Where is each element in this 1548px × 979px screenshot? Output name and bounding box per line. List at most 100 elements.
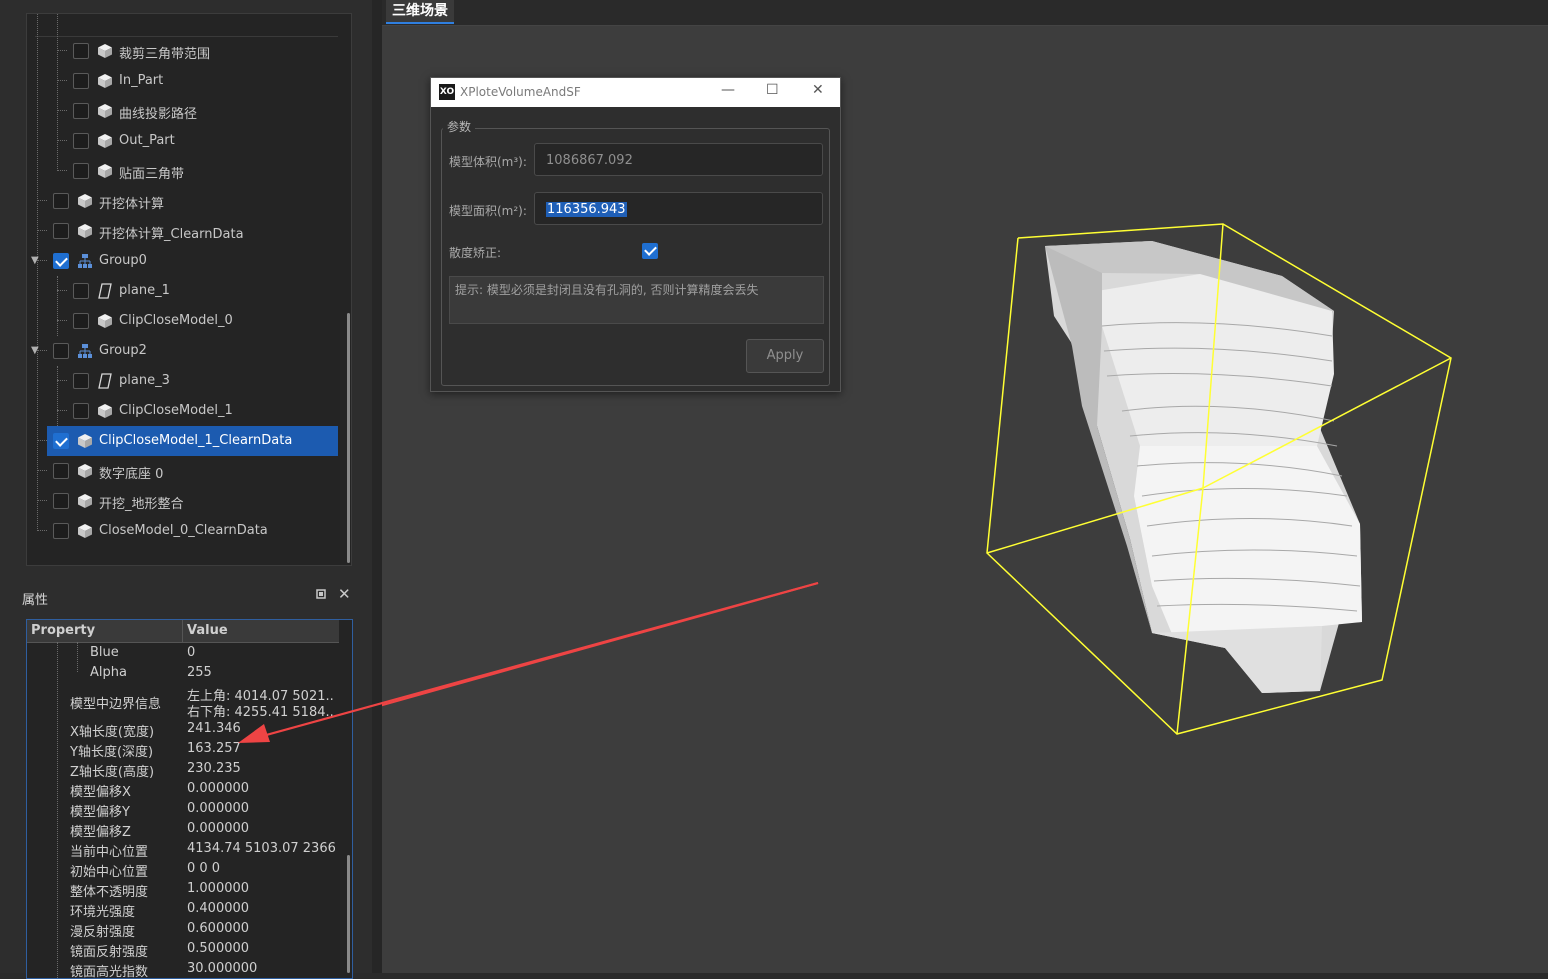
- tree-item[interactable]: 曲线投影路径: [27, 96, 353, 126]
- tree-item[interactable]: 开挖体计算_ClearnData: [27, 216, 353, 246]
- tree-item[interactable]: ▼ Group0: [27, 246, 353, 276]
- visibility-checkbox[interactable]: [73, 313, 89, 329]
- volume-dialog[interactable]: XO XPloteVolumeAndSF — ☐ ✕ 参数 模型体积(m³): …: [430, 77, 841, 392]
- property-row[interactable]: 模型偏移Y 0.000000: [27, 799, 339, 820]
- tree-item-label: In_Part: [119, 73, 164, 88]
- tree-item[interactable]: 开挖体计算: [27, 186, 353, 216]
- visibility-checkbox[interactable]: [53, 523, 69, 539]
- visibility-checkbox[interactable]: [53, 193, 69, 209]
- property-value[interactable]: 0 0 0: [187, 861, 335, 876]
- visibility-checkbox[interactable]: [53, 433, 69, 449]
- property-value[interactable]: 0.500000: [187, 941, 335, 956]
- tree-item[interactable]: CloseModel_0_ClearnData: [27, 516, 353, 546]
- visibility-checkbox[interactable]: [73, 403, 89, 419]
- tree-guide: [57, 170, 67, 171]
- property-key: X轴长度(宽度): [70, 725, 155, 740]
- dialog-titlebar[interactable]: XO XPloteVolumeAndSF — ☐ ✕: [431, 78, 840, 107]
- tree-item-label: plane_3: [119, 373, 170, 388]
- visibility-checkbox[interactable]: [73, 103, 89, 119]
- property-value[interactable]: 30.000000: [187, 961, 335, 976]
- property-key: 模型中边界信息: [70, 697, 162, 712]
- visibility-checkbox[interactable]: [53, 223, 69, 239]
- tree-guide: [57, 140, 67, 141]
- property-value[interactable]: 0.000000: [187, 821, 335, 836]
- tree-item[interactable]: ClipCloseModel_1: [27, 396, 353, 426]
- property-row[interactable]: 漫反射强度 0.600000: [27, 919, 339, 940]
- tree-item[interactable]: ClipCloseModel_0: [27, 306, 353, 336]
- property-key: 漫反射强度: [70, 925, 136, 940]
- properties-scrollbar[interactable]: [347, 855, 350, 973]
- tree-item[interactable]: plane_1: [27, 276, 353, 306]
- visibility-checkbox[interactable]: [53, 493, 69, 509]
- column-header-property[interactable]: Property: [31, 623, 95, 638]
- tree-scrollbar[interactable]: [347, 313, 350, 563]
- close-icon[interactable]: ✕: [812, 82, 824, 98]
- property-row[interactable]: 当前中心位置 4134.74 5103.07 2366.62: [27, 839, 339, 860]
- property-row[interactable]: 模型偏移Z 0.000000: [27, 819, 339, 840]
- cube-icon: [97, 133, 113, 149]
- property-row[interactable]: Z轴长度(高度) 230.235: [27, 759, 339, 780]
- property-value[interactable]: 4134.74 5103.07 2366.62: [187, 841, 335, 856]
- visibility-checkbox[interactable]: [53, 463, 69, 479]
- tree-item[interactable]: ClipCloseModel_1_ClearnData: [37, 426, 338, 456]
- tree-item-label: Out_Part: [119, 133, 175, 148]
- properties-title: 属性: [22, 593, 49, 608]
- column-header-value[interactable]: Value: [187, 623, 228, 638]
- volume-field[interactable]: 1086867.092: [534, 143, 823, 176]
- cube-icon: [97, 43, 113, 59]
- property-value[interactable]: 0.400000: [187, 901, 335, 916]
- maximize-icon[interactable]: ☐: [766, 82, 779, 98]
- visibility-checkbox[interactable]: [73, 73, 89, 89]
- property-key: Z轴长度(高度): [70, 765, 155, 780]
- property-key: 整体不透明度: [70, 885, 149, 900]
- tree-item[interactable]: In_Part: [27, 66, 353, 96]
- tree-item-label: 贴面三角带: [119, 167, 185, 182]
- property-value[interactable]: 230.235: [187, 761, 335, 776]
- apply-button[interactable]: Apply: [746, 339, 824, 373]
- visibility-checkbox[interactable]: [53, 343, 69, 359]
- tree-item-label: 裁剪三角带范围: [119, 47, 211, 62]
- property-row[interactable]: 初始中心位置 0 0 0: [27, 859, 339, 880]
- visibility-checkbox[interactable]: [73, 373, 89, 389]
- area-field[interactable]: 116356.943: [534, 192, 823, 225]
- tree-item[interactable]: 裁剪三角带范围: [27, 36, 353, 66]
- tree-item-label: Group0: [99, 253, 147, 268]
- property-value[interactable]: 1.000000: [187, 881, 335, 896]
- tab-bar: [382, 0, 1548, 26]
- tree-item-label: plane_1: [119, 283, 170, 298]
- visibility-checkbox[interactable]: [73, 43, 89, 59]
- property-value[interactable]: 0.000000: [187, 801, 335, 816]
- visibility-checkbox[interactable]: [73, 163, 89, 179]
- property-key: 模型偏移Z: [70, 825, 131, 840]
- tree-item[interactable]: 开挖_地形整合: [27, 486, 353, 516]
- plane-icon: [97, 373, 113, 389]
- property-row[interactable]: 环境光强度 0.400000: [27, 899, 339, 920]
- 3d-model[interactable]: [1045, 241, 1362, 693]
- tree-item[interactable]: plane_3: [27, 366, 353, 396]
- property-value[interactable]: 0.600000: [187, 921, 335, 936]
- expand-arrow-icon[interactable]: ▼: [31, 255, 39, 266]
- visibility-checkbox[interactable]: [73, 283, 89, 299]
- tree-item[interactable]: Out_Part: [27, 126, 353, 156]
- app-icon: XO: [439, 84, 455, 100]
- property-row[interactable]: 镜面反射强度 0.500000: [27, 939, 339, 960]
- property-key: 模型偏移Y: [70, 805, 130, 820]
- cube-icon: [77, 493, 93, 509]
- property-row[interactable]: 模型偏移X 0.000000: [27, 779, 339, 800]
- splitter[interactable]: [372, 0, 382, 973]
- tab-3d-scene[interactable]: 三维场景: [386, 0, 454, 24]
- tree-item[interactable]: 数字底座 0: [27, 456, 353, 486]
- divergence-correction-checkbox[interactable]: [642, 243, 658, 259]
- tree-item[interactable]: ▼ Group2: [27, 336, 353, 366]
- visibility-checkbox[interactable]: [73, 133, 89, 149]
- minimize-icon[interactable]: —: [721, 82, 735, 98]
- expand-arrow-icon[interactable]: ▼: [31, 345, 39, 356]
- tree-item[interactable]: 贴面三角带: [27, 156, 353, 186]
- visibility-checkbox[interactable]: [53, 253, 69, 269]
- property-key: 环境光强度: [70, 905, 136, 920]
- property-key: Blue: [90, 645, 119, 660]
- property-row[interactable]: 整体不透明度 1.000000: [27, 879, 339, 900]
- property-value[interactable]: 0.000000: [187, 781, 335, 796]
- property-row[interactable]: 镜面高光指数 30.000000: [27, 959, 339, 978]
- property-key: 当前中心位置: [70, 845, 149, 860]
